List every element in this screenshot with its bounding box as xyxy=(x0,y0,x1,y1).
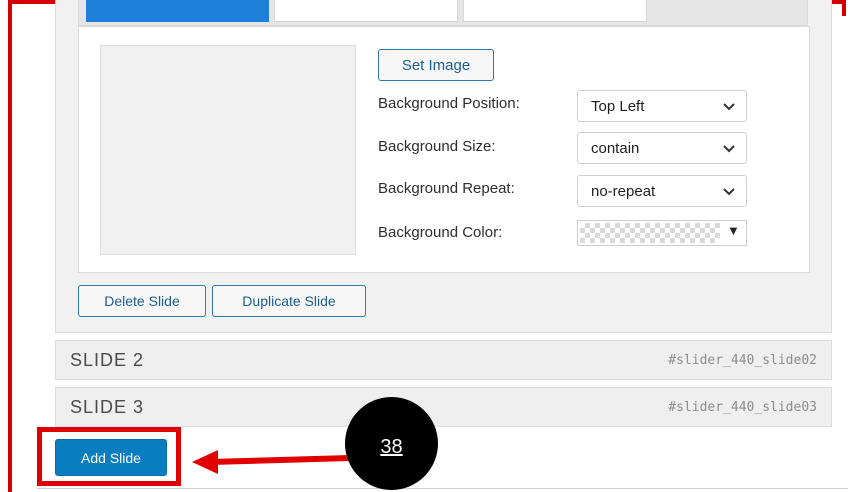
chevron-down-icon xyxy=(723,188,735,196)
background-color-label: Background Color: xyxy=(378,224,503,241)
annotation-frame-left xyxy=(8,0,12,492)
dropdown-triangle-icon: ▼ xyxy=(727,223,740,238)
image-preview xyxy=(100,45,356,255)
duplicate-slide-button[interactable]: Duplicate Slide xyxy=(212,285,366,317)
transparent-color-swatch xyxy=(580,223,720,243)
tab-2[interactable] xyxy=(274,0,458,22)
slide-id: #slider_440_slide02 xyxy=(668,353,817,368)
background-repeat-select[interactable]: no-repeat xyxy=(577,175,747,207)
background-size-value: contain xyxy=(591,140,640,157)
background-size-label: Background Size: xyxy=(378,138,496,155)
add-slide-button[interactable]: Add Slide xyxy=(55,439,167,476)
background-repeat-label: Background Repeat: xyxy=(378,180,515,197)
chevron-down-icon xyxy=(723,103,735,111)
background-position-label: Background Position: xyxy=(378,95,520,112)
slide-3-row[interactable]: SLIDE 3 #slider_440_slide03 xyxy=(55,387,832,427)
background-color-picker[interactable]: ▼ xyxy=(577,220,747,246)
background-repeat-value: no-repeat xyxy=(591,183,656,200)
chevron-down-icon xyxy=(723,145,735,153)
background-position-select[interactable]: Top Left xyxy=(577,90,747,122)
slide-2-row[interactable]: SLIDE 2 #slider_440_slide02 xyxy=(55,340,832,380)
step-number: 38 xyxy=(380,436,403,458)
background-size-select[interactable]: contain xyxy=(577,132,747,164)
delete-slide-button[interactable]: Delete Slide xyxy=(78,285,206,317)
set-image-button[interactable]: Set Image xyxy=(378,49,494,81)
annotation-frame-right xyxy=(842,0,846,16)
slide-id: #slider_440_slide03 xyxy=(668,400,817,415)
tab-3[interactable] xyxy=(463,0,647,22)
background-position-value: Top Left xyxy=(591,98,645,115)
slide-title: SLIDE 3 xyxy=(70,397,145,417)
divider xyxy=(37,488,848,489)
step-number-badge: 38 xyxy=(345,397,438,490)
slide-title: SLIDE 2 xyxy=(70,350,145,370)
tab-background-active[interactable] xyxy=(86,0,269,22)
